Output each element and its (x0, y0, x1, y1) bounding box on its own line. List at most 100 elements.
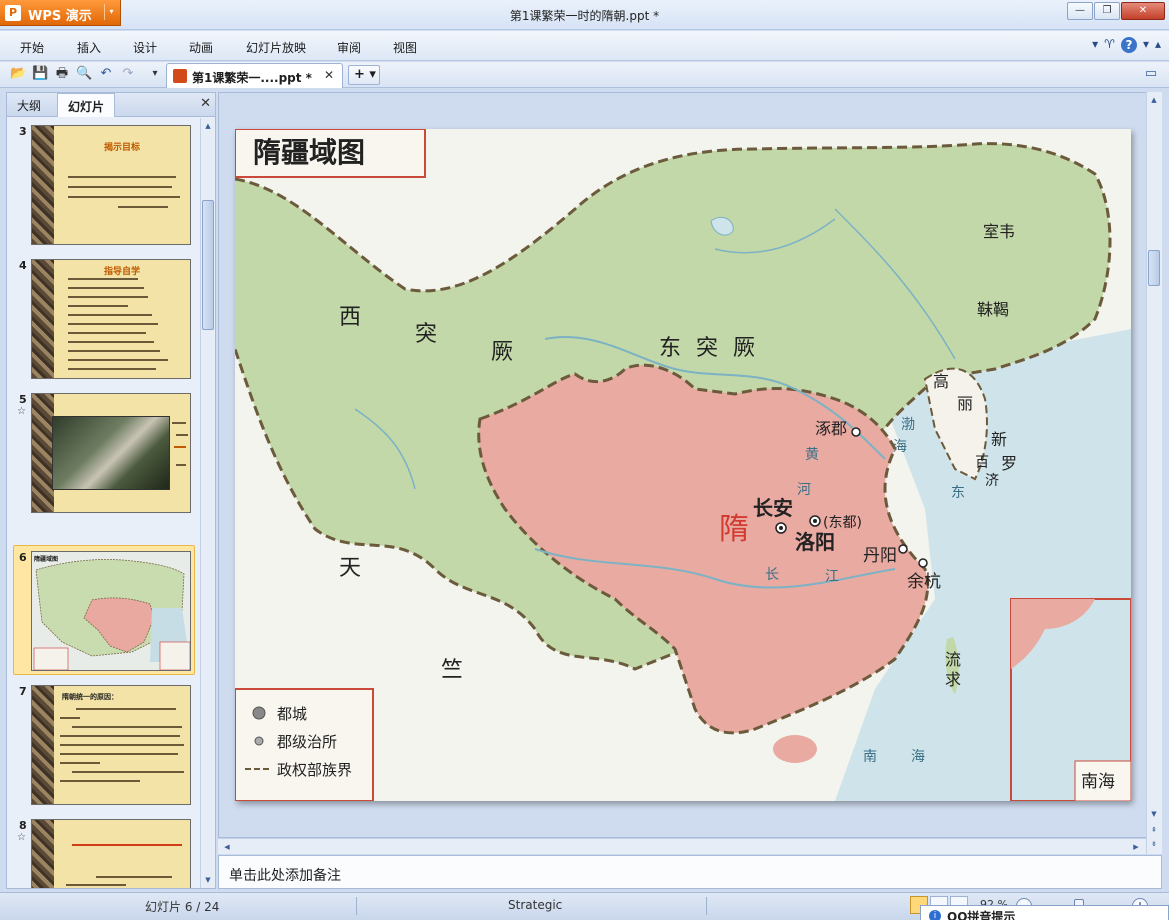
label-west-turks-2: 突 (415, 322, 437, 347)
scroll-left-icon[interactable]: ◀ (221, 841, 233, 853)
sidebar-toggle-icon[interactable]: ▭ (1143, 66, 1159, 82)
animation-star-icon: ☆ (17, 832, 26, 843)
print-icon[interactable]: 🖶 (54, 66, 70, 82)
scrollbar-thumb[interactable] (1148, 250, 1160, 286)
menu-bar: 开始 插入 设计 动画 幻灯片放映 审阅 视图 ▾ ♈ ? ▾ ▴ (0, 31, 1169, 61)
menu-design[interactable]: 设计 (133, 39, 157, 56)
scroll-up-icon[interactable]: ▲ (1148, 94, 1160, 106)
help-dropdown-icon[interactable]: ▾ (1143, 37, 1149, 53)
svg-text:南: 南 (863, 749, 877, 765)
label-tian: 天 (339, 556, 361, 581)
print-preview-icon[interactable]: 🔍 (76, 66, 92, 82)
current-slide[interactable]: 隋疆域图 西 突 厥 东 突 厥 隋 天 竺 高 丽 新 罗 百 济 靺鞨 室韦… (235, 129, 1131, 801)
options-dropdown-icon[interactable]: ▾ (1092, 37, 1098, 53)
label-zhu: 竺 (441, 658, 463, 683)
prev-slide-icon[interactable]: ⇞ (1148, 824, 1160, 836)
svg-text:江: 江 (825, 569, 839, 585)
menu-slideshow[interactable]: 幻灯片放映 (246, 39, 306, 56)
document-tab[interactable]: 第1课繁荣一....ppt * ✕ (166, 63, 343, 88)
notes-pane[interactable]: 单击此处添加备注 (218, 855, 1162, 889)
map-title: 隋疆域图 (253, 136, 365, 169)
photo-thumbnail (52, 416, 170, 490)
window-title: 第1课繁荣一时的隋朝.ppt * (509, 9, 660, 23)
menu-view[interactable]: 视图 (393, 39, 417, 56)
notes-placeholder: 单击此处添加备注 (229, 868, 341, 884)
legend-capital: 都城 (277, 705, 307, 723)
menu-review[interactable]: 审阅 (337, 39, 361, 56)
menu-home[interactable]: 开始 (20, 39, 44, 56)
sui-territory-map: 隋疆域图 西 突 厥 东 突 厥 隋 天 竺 高 丽 新 罗 百 济 靺鞨 室韦… (235, 129, 1131, 801)
editor-vertical-scrollbar[interactable]: ▲ ▼ ⇞ ⇟ (1146, 92, 1162, 854)
slide-panel: 大纲 幻灯片 ✕ 3 揭示目标 4 指导自学 5 ☆ 6 隋疆域图 7 隋朝统一… (6, 92, 216, 889)
label-liuqiu-1: 流 (945, 650, 961, 669)
label-baekje-1: 百 (975, 455, 989, 471)
help-icon[interactable]: ? (1120, 37, 1137, 53)
skin-icon[interactable]: ♈ (1104, 37, 1115, 53)
legend-boundary: 政权部族界 (277, 761, 352, 779)
label-west-turks-1: 西 (339, 305, 361, 330)
ime-popup-title: QQ拼音提示 (947, 910, 1016, 920)
close-panel-icon[interactable]: ✕ (200, 96, 211, 111)
legend-prefecture: 郡级治所 (277, 733, 337, 751)
menu-insert[interactable]: 插入 (77, 39, 101, 56)
city-zhuojun: 涿郡 (815, 419, 847, 438)
animation-star-icon: ☆ (17, 406, 26, 417)
slide-list-scrollbar[interactable]: ▲ ▼ (200, 118, 214, 888)
inset-label-south-sea: 南海 (1081, 772, 1115, 792)
svg-text:海: 海 (893, 439, 907, 455)
label-goguryeo-2: 丽 (957, 394, 973, 413)
svg-text:海: 海 (911, 749, 925, 765)
redo-icon[interactable]: ↷ (120, 66, 136, 82)
city-changan: 长安 (753, 496, 793, 520)
city-danyang: 丹阳 (863, 546, 897, 566)
tab-slides[interactable]: 幻灯片 (57, 93, 116, 117)
restore-button[interactable]: ❐ (1094, 2, 1120, 20)
label-silla-1: 新 (991, 430, 1007, 449)
svg-text:渤: 渤 (901, 417, 915, 433)
svg-text:长: 长 (765, 567, 779, 583)
save-icon[interactable]: 💾 (32, 66, 48, 82)
svg-text:黄: 黄 (805, 446, 819, 463)
ime-popup[interactable]: i QQ拼音提示 (920, 905, 1169, 920)
city-dongdu: (东都) (823, 515, 862, 531)
document-tab-label: 第1课繁荣一....ppt * (192, 71, 312, 85)
scroll-down-icon[interactable]: ▼ (1148, 808, 1160, 820)
close-tab-icon[interactable]: ✕ (324, 68, 334, 82)
label-liuqiu-2: 求 (945, 670, 961, 689)
slide-counter: 幻灯片 6 / 24 (145, 900, 220, 914)
customize-toolbar-icon[interactable]: ▾ (147, 66, 163, 82)
title-bar: P WPS 演示 ▾ 第1课繁荣一时的隋朝.ppt * — ❐ ✕ (0, 0, 1169, 30)
new-tab-button[interactable]: + ▾ (348, 65, 380, 85)
label-baekje-2: 济 (985, 473, 999, 489)
scroll-up-icon[interactable]: ▲ (202, 120, 214, 132)
slide-editor: 隋疆域图 西 突 厥 东 突 厥 隋 天 竺 高 丽 新 罗 百 济 靺鞨 室韦… (218, 92, 1150, 838)
menu-animation[interactable]: 动画 (189, 39, 213, 56)
info-icon: i (929, 910, 941, 920)
scroll-right-icon[interactable]: ▶ (1130, 841, 1142, 853)
editor-horizontal-scrollbar[interactable]: ◀ ▶ (218, 838, 1146, 854)
close-button[interactable]: ✕ (1121, 2, 1165, 20)
city-luoyang: 洛阳 (795, 530, 835, 554)
plus-icon: + ▾ (354, 67, 376, 82)
theme-name: Strategic (508, 898, 563, 912)
collapse-ribbon-icon[interactable]: ▴ (1155, 37, 1161, 53)
scroll-down-icon[interactable]: ▼ (202, 874, 214, 886)
slide-thumbnail-list: 3 揭示目标 4 指导自学 5 ☆ 6 隋疆域图 7 隋朝统一的原因： 8 ☆ (7, 118, 200, 888)
label-west-turks-3: 厥 (491, 340, 513, 365)
label-sui: 隋 (719, 512, 749, 547)
next-slide-icon[interactable]: ⇟ (1148, 838, 1160, 850)
label-silla-2: 罗 (1001, 454, 1017, 473)
undo-icon[interactable]: ↶ (98, 66, 114, 82)
city-yuhang: 余杭 (907, 572, 941, 592)
label-mohe: 靺鞨 (977, 300, 1009, 319)
tab-outline[interactable]: 大纲 (7, 93, 51, 117)
scrollbar-thumb[interactable] (202, 200, 214, 330)
open-icon[interactable]: 📂 (10, 66, 26, 82)
label-east-turks: 东 突 厥 (659, 336, 759, 361)
quick-access-toolbar: 📂 💾 🖶 🔍 ↶ ↷ ▾ 第1课繁荣一....ppt * ✕ + ▾ ▭ (0, 62, 1169, 88)
map-thumbnail (33, 559, 190, 670)
label-goguryeo-1: 高 (933, 372, 949, 391)
ppt-file-icon (173, 69, 187, 83)
minimize-button[interactable]: — (1067, 2, 1093, 20)
svg-text:河: 河 (797, 482, 811, 498)
